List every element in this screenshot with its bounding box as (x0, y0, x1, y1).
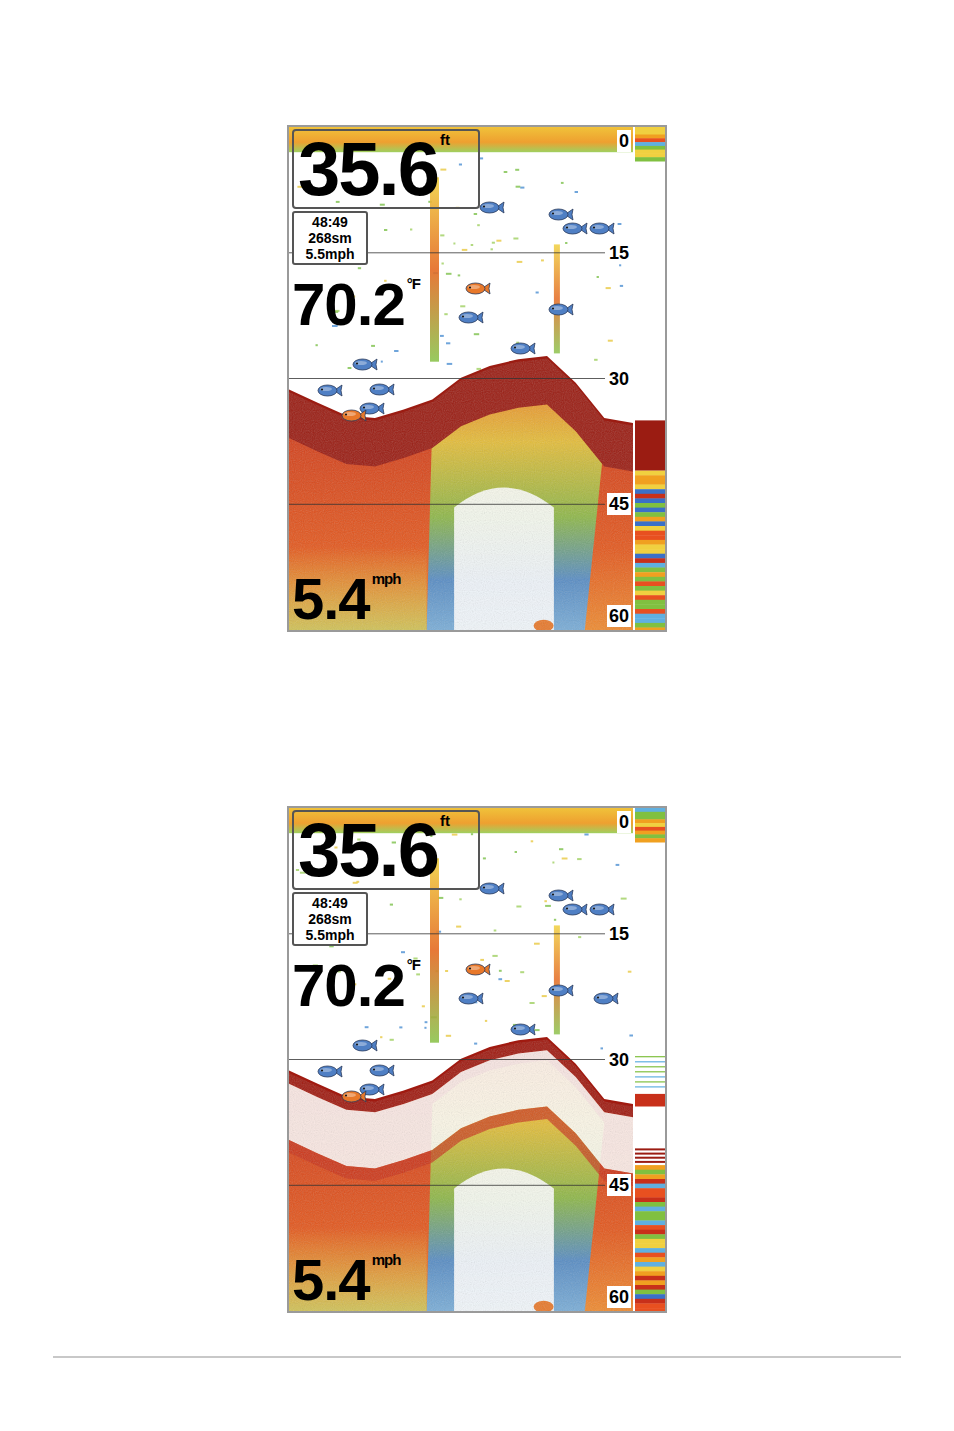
depth-unit: ft (440, 131, 450, 149)
info-box: 48:49268sm5.5mph (292, 211, 368, 265)
fish-icon[interactable] (458, 310, 484, 325)
depth-scale-label: 30 (607, 1049, 631, 1071)
color-bar (635, 127, 665, 630)
speed-readout: 5.4mph (292, 1251, 400, 1309)
depth-gridline (289, 252, 605, 253)
fish-icon[interactable] (465, 281, 491, 296)
temperature-readout: 70.2°F (292, 956, 420, 1016)
info-line: 268sm (294, 911, 366, 927)
fish-icon[interactable] (369, 382, 395, 397)
depth-scale-label: 60 (607, 605, 631, 627)
temperature-value: 70.2 (292, 956, 405, 1016)
depth-value: 35.6 (298, 131, 438, 207)
fish-icon[interactable] (562, 221, 588, 236)
info-line: 5.5mph (294, 246, 366, 262)
depth-gridline (289, 378, 605, 379)
fish-icon[interactable] (510, 341, 536, 356)
depth-scale-label: 15 (607, 923, 631, 945)
fish-icon[interactable] (589, 902, 615, 917)
surface-clutter (289, 808, 633, 833)
fish-icon[interactable] (510, 1022, 536, 1037)
depth-unit: ft (440, 812, 450, 830)
info-line: 5.5mph (294, 927, 366, 943)
info-line: 48:49 (294, 214, 366, 230)
depth-gridline (289, 933, 605, 934)
surface-clutter (289, 127, 633, 152)
return-column (430, 177, 439, 361)
speed-unit: mph (372, 1251, 401, 1269)
speed-value: 5.4 (292, 570, 370, 628)
temperature-unit: °F (407, 956, 420, 974)
sonar-screen: 01530456035.6ft48:49268sm5.5mph70.2°F5.4… (287, 125, 667, 632)
return-column (554, 244, 560, 353)
depth-gridline (289, 504, 605, 505)
depth-scale-label: 30 (607, 368, 631, 390)
temperature-unit: °F (407, 275, 420, 293)
fish-icon[interactable] (548, 302, 574, 317)
depth-value: 35.6 (298, 812, 438, 888)
depth-readout: 35.6ft (292, 810, 480, 890)
fish-icon[interactable] (548, 983, 574, 998)
speed-readout: 5.4mph (292, 570, 400, 628)
depth-scale-label: 45 (607, 493, 631, 515)
fish-icon[interactable] (352, 357, 378, 372)
speed-value: 5.4 (292, 1251, 370, 1309)
color-bar (635, 808, 665, 1311)
depth-readout: 35.6ft (292, 129, 480, 209)
info-line: 48:49 (294, 895, 366, 911)
temperature-readout: 70.2°F (292, 275, 420, 335)
fish-icon[interactable] (317, 1064, 343, 1079)
depth-scale-label: 0 (617, 130, 631, 152)
fish-icon[interactable] (593, 991, 619, 1006)
sonar-chart (289, 808, 633, 1311)
fish-icon[interactable] (589, 221, 615, 236)
fish-icon[interactable] (341, 1089, 367, 1104)
depth-scale-label: 0 (617, 811, 631, 833)
sonar-view: 01530456035.6ft48:49268sm5.5mph70.2°F5.4… (289, 127, 633, 630)
fish-icon[interactable] (317, 383, 343, 398)
readouts: 35.6ft48:49268sm5.5mph70.2°F5.4mph (289, 127, 489, 630)
depth-scale-label: 15 (607, 242, 631, 264)
fish-icon[interactable] (548, 207, 574, 222)
depth-gridline (289, 1059, 605, 1060)
temperature-value: 70.2 (292, 275, 405, 335)
info-line: 268sm (294, 230, 366, 246)
fish-icon[interactable] (341, 408, 367, 423)
depth-gridline (289, 1185, 605, 1186)
fish-icon[interactable] (465, 962, 491, 977)
return-column (430, 858, 439, 1042)
fish-icon[interactable] (458, 991, 484, 1006)
manual-page: 01530456035.6ft48:49268sm5.5mph70.2°F5.4… (0, 0, 954, 1358)
return-column (554, 925, 560, 1034)
fish-icon[interactable] (479, 200, 505, 215)
sonar-screen: 01530456035.6ft48:49268sm5.5mph70.2°F5.4… (287, 806, 667, 1313)
footer-rule (53, 1356, 901, 1358)
depth-scale-label: 45 (607, 1174, 631, 1196)
fish-icon[interactable] (479, 881, 505, 896)
readouts: 35.6ft48:49268sm5.5mph70.2°F5.4mph (289, 808, 489, 1311)
fish-icon[interactable] (352, 1038, 378, 1053)
fish-icon[interactable] (548, 888, 574, 903)
info-box: 48:49268sm5.5mph (292, 892, 368, 946)
sonar-chart (289, 127, 633, 630)
sonar-view: 01530456035.6ft48:49268sm5.5mph70.2°F5.4… (289, 808, 633, 1311)
fish-icon[interactable] (369, 1063, 395, 1078)
depth-scale-label: 60 (607, 1286, 631, 1308)
speed-unit: mph (372, 570, 401, 588)
screen-list: 01530456035.6ft48:49268sm5.5mph70.2°F5.4… (287, 125, 667, 1313)
fish-icon[interactable] (562, 902, 588, 917)
